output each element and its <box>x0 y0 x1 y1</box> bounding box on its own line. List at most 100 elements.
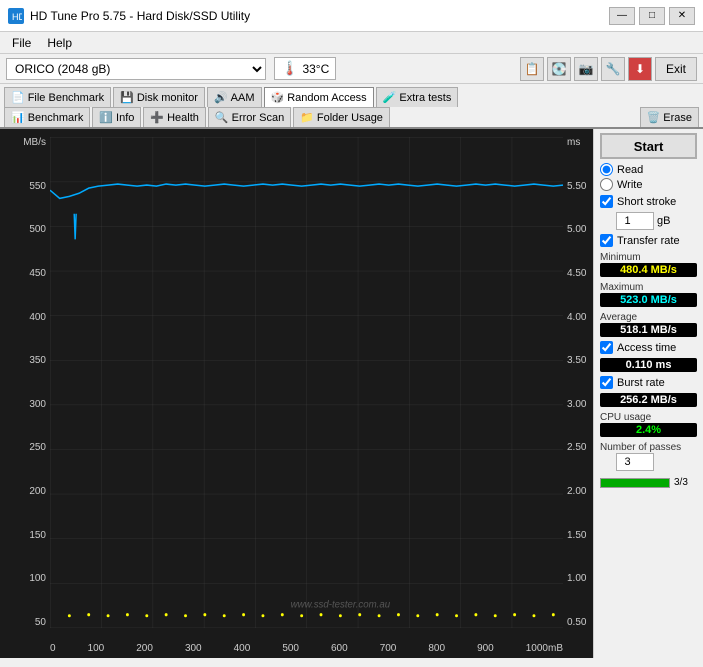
file-benchmark-icon: 📄 <box>11 91 25 104</box>
short-stroke-checkbox[interactable] <box>600 195 613 208</box>
y-label-100: 100 <box>29 573 46 584</box>
close-button[interactable]: ✕ <box>669 7 695 25</box>
y-right-400: 4.00 <box>567 312 586 323</box>
y-label-450: 450 <box>29 268 46 279</box>
y-label-400: 400 <box>29 312 46 323</box>
read-radio[interactable] <box>600 163 613 176</box>
burst-rate-label: Burst rate <box>617 377 665 389</box>
title-bar-left: HD HD Tune Pro 5.75 - Hard Disk/SSD Util… <box>8 8 250 24</box>
erase-icon: 🗑️ <box>647 111 661 124</box>
toolbar-icon-3[interactable]: 📷 <box>574 57 598 81</box>
short-stroke-spinbox-row: gB <box>616 212 697 230</box>
tab-folder-usage[interactable]: 📁 Folder Usage <box>293 107 390 127</box>
info-icon: ℹ️ <box>99 111 113 124</box>
tab-aam[interactable]: 🔊 AAM <box>207 87 262 107</box>
menu-help[interactable]: Help <box>39 34 80 52</box>
chart-area: MB/s 550 500 450 400 350 300 250 200 150… <box>0 129 593 658</box>
tab-benchmark[interactable]: 📊 Benchmark <box>4 107 90 127</box>
write-radio[interactable] <box>600 178 613 191</box>
y-right-200: 2.00 <box>567 486 586 497</box>
app-icon: HD <box>8 8 24 24</box>
short-stroke-spinbox[interactable] <box>616 212 654 230</box>
tab-erase[interactable]: 🗑️ Erase <box>640 107 699 127</box>
toolbar-icon-2[interactable]: 💽 <box>547 57 571 81</box>
y-right-500: 5.00 <box>567 224 586 235</box>
x-label-1000: 1000mB <box>526 643 563 654</box>
burst-rate-checkbox[interactable] <box>600 376 613 389</box>
transfer-rate-label: Transfer rate <box>617 235 680 247</box>
x-label-0: 0 <box>50 643 56 654</box>
x-label-900: 900 <box>477 643 494 654</box>
temperature-display: 🌡️ 33°C <box>274 57 336 80</box>
y-label-150: 150 <box>29 530 46 541</box>
toolbar-icon-4[interactable]: 🔧 <box>601 57 625 81</box>
y-label-350: 350 <box>29 355 46 366</box>
tab-file-benchmark[interactable]: 📄 File Benchmark <box>4 87 111 107</box>
tab-error-scan[interactable]: 🔍 Error Scan <box>208 107 291 127</box>
x-label-800: 800 <box>428 643 445 654</box>
toolbar-icons: 📋 💽 📷 🔧 ⬇ Exit <box>520 57 697 81</box>
x-label-500: 500 <box>282 643 299 654</box>
min-value: 480.4 MB/s <box>600 263 697 277</box>
y-right-150: 1.50 <box>567 530 586 541</box>
svg-text:HD: HD <box>12 12 22 22</box>
tabs-row2: 📊 Benchmark ℹ️ Info ➕ Health 🔍 Error Sca… <box>0 107 703 129</box>
x-label-300: 300 <box>185 643 202 654</box>
exit-button[interactable]: Exit <box>655 57 697 81</box>
y-right-450: 4.50 <box>567 268 586 279</box>
min-label: Minimum <box>600 252 697 263</box>
y-right-250: 2.50 <box>567 442 586 453</box>
write-radio-row: Write <box>600 178 697 191</box>
read-label: Read <box>617 164 643 176</box>
aam-icon: 🔊 <box>214 91 228 104</box>
minimize-button[interactable]: — <box>609 7 635 25</box>
transfer-rate-checkbox[interactable] <box>600 234 613 247</box>
window-title: HD Tune Pro 5.75 - Hard Disk/SSD Utility <box>30 9 250 23</box>
y-label-50: 50 <box>35 617 46 628</box>
passes-spinbox[interactable] <box>616 453 654 471</box>
y-label-500: 500 <box>29 224 46 235</box>
cpu-usage-stat: CPU usage 2.4% <box>600 411 697 437</box>
drive-select[interactable]: ORICO (2048 gB) <box>6 58 266 80</box>
tab-random-access[interactable]: 🎲 Random Access <box>264 87 374 107</box>
short-stroke-row: Short stroke <box>600 195 697 208</box>
x-label-400: 400 <box>234 643 251 654</box>
write-label: Write <box>617 179 642 191</box>
min-stat: Minimum 480.4 MB/s <box>600 251 697 277</box>
access-time-checkbox[interactable] <box>600 341 613 354</box>
toolbar-icon-1[interactable]: 📋 <box>520 57 544 81</box>
cpu-usage-label: CPU usage <box>600 412 697 423</box>
y-label-250: 250 <box>29 442 46 453</box>
window-controls: — □ ✕ <box>609 7 695 25</box>
read-radio-row: Read <box>600 163 697 176</box>
start-button[interactable]: Start <box>600 133 697 159</box>
y-label-550: 550 <box>29 181 46 192</box>
y-unit-left: MB/s <box>23 137 46 148</box>
y-unit-right: ms <box>567 137 580 148</box>
temperature-value: 33°C <box>302 62 329 76</box>
chart-svg: www.ssd-tester.com.au <box>50 137 563 628</box>
read-write-group: Read Write <box>600 163 697 191</box>
x-label-600: 600 <box>331 643 348 654</box>
access-time-label: Access time <box>617 342 676 354</box>
passes-spinbox-row <box>616 453 697 471</box>
short-stroke-unit: gB <box>657 215 670 227</box>
maximize-button[interactable]: □ <box>639 7 665 25</box>
cpu-usage-value: 2.4% <box>600 423 697 437</box>
y-label-200: 200 <box>29 486 46 497</box>
extra-tests-icon: 🧪 <box>383 91 397 104</box>
random-access-icon: 🎲 <box>271 91 285 104</box>
toolbar-icon-5[interactable]: ⬇ <box>628 57 652 81</box>
menu-file[interactable]: File <box>4 34 39 52</box>
tabs-row1: 📄 File Benchmark 💾 Disk monitor 🔊 AAM 🎲 … <box>0 84 703 107</box>
benchmark-icon: 📊 <box>11 111 25 124</box>
tab-info[interactable]: ℹ️ Info <box>92 107 141 127</box>
tab-extra-tests[interactable]: 🧪 Extra tests <box>376 87 459 107</box>
tab-disk-monitor[interactable]: 💾 Disk monitor <box>113 87 205 107</box>
burst-rate-checkbox-row: Burst rate <box>600 376 697 389</box>
main-content: MB/s 550 500 450 400 350 300 250 200 150… <box>0 129 703 658</box>
x-axis: 0 100 200 300 400 500 600 700 800 900 10… <box>50 643 563 654</box>
menu-bar: File Help <box>0 32 703 54</box>
x-label-100: 100 <box>88 643 105 654</box>
tab-health[interactable]: ➕ Health <box>143 107 206 127</box>
